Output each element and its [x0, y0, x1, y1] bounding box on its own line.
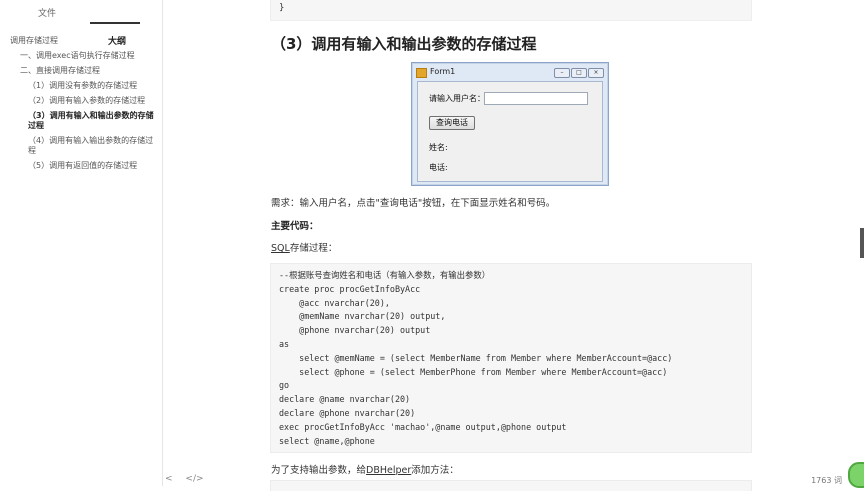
query-phone-button: 查询电话: [429, 116, 475, 130]
maximize-icon: □: [571, 68, 587, 78]
dbhelper-link[interactable]: DBHelper: [366, 465, 411, 476]
scrollbar-thumb[interactable]: [860, 228, 864, 258]
name-label: 姓名:: [429, 143, 448, 152]
helper-text-post: 添加方法：: [411, 465, 459, 476]
outline-item-exec[interactable]: 一、调用exec语句执行存储过程: [20, 51, 135, 61]
main-code-heading: 主要代码：: [271, 221, 319, 232]
word-count: 1763 词: [811, 476, 842, 485]
section-heading: （3）调用有输入和输出参数的存储过程: [271, 35, 537, 53]
close-icon: ×: [588, 68, 604, 78]
username-input: [484, 92, 588, 105]
outline-item-inout-params[interactable]: （4）调用有输入输出参数的存储过程: [28, 136, 156, 156]
tab-files[interactable]: 文件: [38, 6, 56, 19]
outline-item-direct[interactable]: 二、直接调用存储过程: [20, 66, 100, 76]
helper-paragraph: 为了支持输出参数，给DBHelper添加方法：: [271, 462, 459, 476]
phone-label: 电话:: [429, 163, 448, 172]
sidebar-tabs: 文件 大纲: [0, 0, 162, 47]
minimize-icon: –: [554, 68, 570, 78]
sql-label: SQL存储过程：: [271, 240, 337, 254]
requirement-text: 需求：输入用户名，点击"查询电话"按钮，在下面显示姓名和号码。: [271, 198, 556, 209]
sql-link[interactable]: SQL: [271, 243, 290, 254]
outline-item-return-value[interactable]: （5）调用有返回值的存储过程: [28, 161, 137, 171]
outline-item-input-params[interactable]: （2）调用有输入参数的存储过程: [28, 96, 145, 106]
sql-code-block[interactable]: --根据账号查询姓名和电话（有输入参数，有输出参数） create proc p…: [270, 263, 752, 453]
code-block-previous: }: [270, 0, 752, 21]
outline-item-root[interactable]: 调用存储过程: [10, 36, 58, 46]
form-client-area: 请输入用户名： 查询电话 姓名: 电话:: [417, 81, 603, 182]
form-screenshot-image: Form1 – □ × 请输入用户名： 查询电话 姓名: 电话:: [411, 62, 609, 186]
code-text: }: [279, 3, 285, 13]
sidebar: 文件 大纲 调用存储过程 一、调用exec语句执行存储过程 二、直接调用存储过程…: [0, 0, 163, 486]
document-area: } （3）调用有输入和输出参数的存储过程 Form1 – □ × 请输入用户名：…: [163, 0, 864, 491]
form-app-icon: [416, 68, 427, 78]
window-titlebar: Form1 – □ ×: [416, 66, 604, 80]
sql-label-text: 存储过程：: [289, 243, 338, 254]
outline-item-input-output-params[interactable]: （3）调用有输入和输出参数的存储过程: [28, 111, 156, 131]
outline-item-no-params[interactable]: （1）调用没有参数的存储过程: [28, 81, 137, 91]
helper-text-pre: 为了支持输出参数，给: [271, 465, 367, 476]
active-tab-indicator: [90, 22, 140, 24]
sql-code: --根据账号查询姓名和电话（有输入参数，有输出参数） create proc p…: [279, 270, 673, 446]
window-title: Form1: [430, 67, 456, 76]
floating-badge-icon[interactable]: [848, 462, 864, 488]
username-label: 请输入用户名：: [429, 94, 485, 103]
